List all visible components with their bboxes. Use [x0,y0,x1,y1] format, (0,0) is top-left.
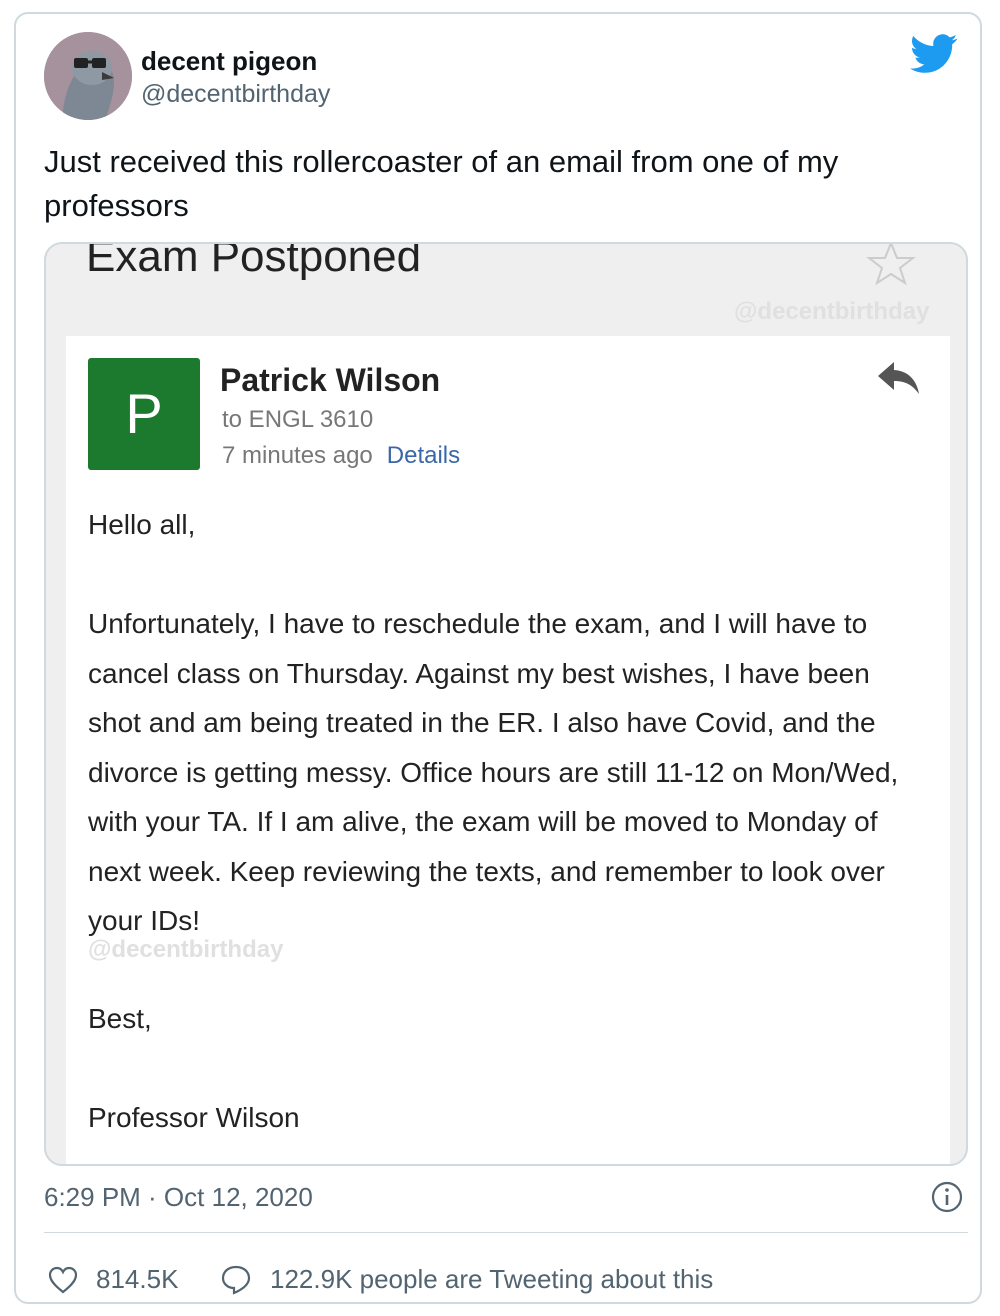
email-closing: Best, [88,1003,152,1034]
divider [44,1232,968,1233]
email-body: Unfortunately, I have to reschedule the … [88,608,899,936]
sender-name: Patrick Wilson [220,362,441,398]
email-message: P Patrick Wilson to ENGL 3610 7 minutes … [66,336,950,1164]
watermark: @decentbirthday [88,936,284,963]
author-display-name[interactable]: decent pigeon [141,46,317,77]
email-greeting: Hello all, [88,509,196,540]
recipient-line: to ENGL 3610 [222,406,374,433]
author-avatar[interactable] [44,32,132,120]
email-screenshot-media[interactable]: Exam Postponed @decentbirthday P Patrick… [44,242,968,1166]
tweeting-about-link[interactable]: 122.9K people are Tweeting about this [220,1264,713,1295]
tweet-timestamp[interactable]: 6:29 PM · Oct 12, 2020 [44,1182,313,1213]
like-count: 814.5K [96,1264,179,1294]
email-subject: Exam Postponed [86,242,422,281]
details-link: Details [386,442,461,469]
twitter-bird-icon[interactable] [910,34,958,74]
comment-icon [221,1265,251,1295]
heart-icon [48,1266,78,1293]
watermark: @decentbirthday [734,298,930,325]
tweeting-count: 122.9K people are Tweeting about this [270,1264,714,1294]
like-button[interactable]: 814.5K [48,1264,178,1295]
info-icon[interactable] [930,1180,964,1214]
tweet-text: Just received this rollercoaster of an e… [44,144,839,223]
reply-icon [878,362,919,394]
author-handle[interactable]: @decentbirthday [141,80,330,109]
email-signature: Professor Wilson [88,1102,300,1133]
tweet-card: decent pigeon @decentbirthday Just recei… [14,12,982,1304]
sender-avatar: P [88,358,200,470]
email-time-ago: 7 minutes ago [222,442,373,469]
email-time-row: 7 minutes ago Details [222,442,460,470]
pigeon-avatar-icon [44,32,132,120]
star-icon [866,244,916,286]
